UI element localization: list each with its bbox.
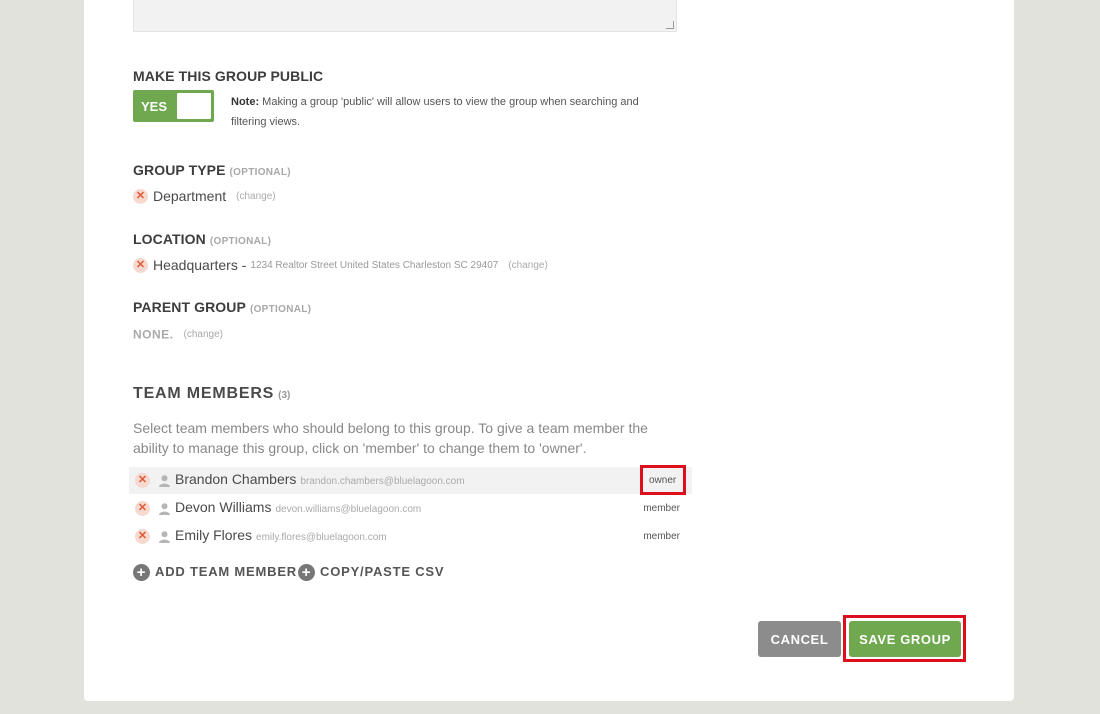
parent-group-value: NONE. [133, 327, 174, 342]
member-name: Emily Flores [175, 527, 253, 543]
team-members-title: TEAM MEMBERS (3) [133, 385, 290, 403]
team-members-description: Select team members who should belong to… [133, 420, 648, 456]
remove-member-icon[interactable]: ✕ [135, 529, 150, 544]
person-icon [159, 531, 170, 543]
member-row[interactable]: ✕ Devon Williams devon.williams@bluelagoo… [129, 495, 692, 522]
team-members-count: (3) [278, 390, 291, 401]
location-address: 1234 Realtor Street United States Charle… [250, 259, 499, 271]
location-title: LOCATION (OPTIONAL) [133, 231, 271, 247]
copy-paste-csv-label: COPY/PASTE CSV [320, 564, 445, 579]
member-role-toggle[interactable]: member [643, 531, 680, 542]
copy-paste-csv-button[interactable]: + COPY/PASTE CSV [298, 564, 445, 582]
parent-group-title: PARENT GROUP (OPTIONAL) [133, 299, 311, 315]
location-row: ✕ Headquarters -1234 Realtor Street Unite… [133, 256, 548, 273]
member-name-line: Devon Williams devon.williams@bluelagoon.… [175, 499, 421, 515]
plus-circle-icon: + [298, 564, 315, 582]
group-type-value: Department [153, 188, 227, 205]
toggle-knob[interactable] [177, 93, 211, 119]
description-textarea[interactable] [133, 0, 677, 32]
group-type-title: GROUP TYPE (OPTIONAL) [133, 162, 291, 178]
location-label: LOCATION [133, 231, 206, 247]
resize-grip-icon[interactable] [666, 21, 674, 29]
member-role-toggle[interactable]: owner [649, 475, 676, 486]
plus-circle-icon: + [133, 564, 150, 582]
member-email: brandon.chambers@bluelagoon.com [300, 476, 465, 487]
parent-group-change-link[interactable]: (change) [184, 329, 223, 340]
remove-member-icon[interactable]: ✕ [135, 473, 150, 488]
cancel-button[interactable]: CANCEL [758, 621, 841, 657]
location-value: Headquarters - [153, 257, 247, 274]
location-optional: (OPTIONAL) [209, 236, 272, 247]
location-change-link[interactable]: (change) [508, 260, 547, 271]
toggle-label: YES [141, 99, 168, 114]
group-type-row: ✕ Department (change) [133, 187, 276, 204]
person-icon [159, 503, 170, 515]
member-name: Brandon Chambers [175, 471, 297, 487]
member-name: Devon Williams [175, 499, 272, 515]
add-team-member-label: ADD TEAM MEMBER [155, 564, 297, 579]
group-type-optional: (OPTIONAL) [229, 167, 291, 178]
member-row[interactable]: ✕ Emily Flores emily.flores@bluelagoon.co… [129, 523, 692, 550]
parent-group-label: PARENT GROUP [133, 299, 246, 315]
add-team-member-button[interactable]: + ADD TEAM MEMBER [133, 564, 297, 582]
remove-location-icon[interactable]: ✕ [133, 257, 148, 273]
parent-group-optional: (OPTIONAL) [249, 304, 312, 315]
member-name-line: Brandon Chambers brandon.chambers@bluelag… [175, 471, 465, 487]
member-email: devon.williams@bluelagoon.com [275, 504, 422, 515]
group-type-change-link[interactable]: (change) [236, 191, 275, 202]
member-email: emily.flores@bluelagoon.com [256, 532, 387, 543]
group-type-label: GROUP TYPE [133, 162, 226, 178]
save-group-button[interactable]: SAVE GROUP [849, 621, 961, 657]
member-row[interactable]: ✕ Brandon Chambers brandon.chambers@bluel… [129, 467, 692, 494]
member-name-line: Emily Flores emily.flores@bluelagoon.com [175, 527, 387, 543]
person-icon [159, 475, 170, 487]
public-toggle[interactable]: YES [133, 90, 214, 122]
public-section-title: MAKE THIS GROUP PUBLIC [133, 68, 324, 84]
remove-group-type-icon[interactable]: ✕ [133, 188, 148, 204]
remove-member-icon[interactable]: ✕ [135, 501, 150, 516]
public-note: Note: Making a group 'public' will allow… [231, 92, 661, 132]
note-label: Note: [231, 96, 260, 108]
parent-group-row: NONE. (change) [133, 325, 223, 341]
member-role-toggle[interactable]: member [643, 503, 680, 514]
note-text: Making a group 'public' will allow users… [231, 96, 639, 128]
team-members-label: TEAM MEMBERS [133, 385, 275, 402]
